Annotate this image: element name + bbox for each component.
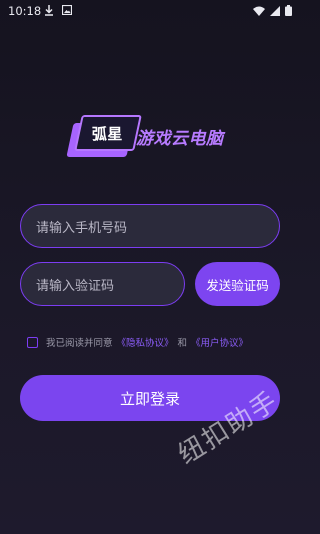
agreement-row: 我已阅读并同意 《隐私协议》 和 《用户协议》 [27,334,252,350]
app-name: 游戏云电脑 [136,129,224,149]
phone-placeholder: 请输入手机号码 [36,220,128,236]
status-bar: 10:18 [0,0,300,22]
status-icons [253,5,292,16]
logo-card: 弧星 [74,115,142,151]
login-label: 立即登录 [119,389,180,408]
agreement-checkbox[interactable] [27,336,38,348]
phone-input[interactable]: 请输入手机号码 [20,204,280,248]
image-icon [62,5,72,15]
send-code-button[interactable]: 发送验证码 [195,262,280,306]
user-agreement-link[interactable]: 《用户协议》 [191,335,248,349]
verification-code-input[interactable]: 请输入验证码 [20,262,185,306]
battery-icon [285,5,292,16]
send-code-label: 发送验证码 [206,277,269,293]
brand-logo: 弧星 游戏云电脑 [66,111,236,159]
wifi-icon [253,6,265,16]
code-placeholder: 请输入验证码 [36,278,115,294]
agreement-prefix: 我已阅读并同意 [46,338,113,349]
status-time: 10:18 [8,4,42,18]
agreement-conjunction: 和 [177,338,188,349]
download-icon [45,5,53,16]
logo-text: 弧星 [92,124,124,143]
signal-icon [270,5,280,16]
privacy-policy-link[interactable]: 《隐私协议》 [117,335,174,349]
